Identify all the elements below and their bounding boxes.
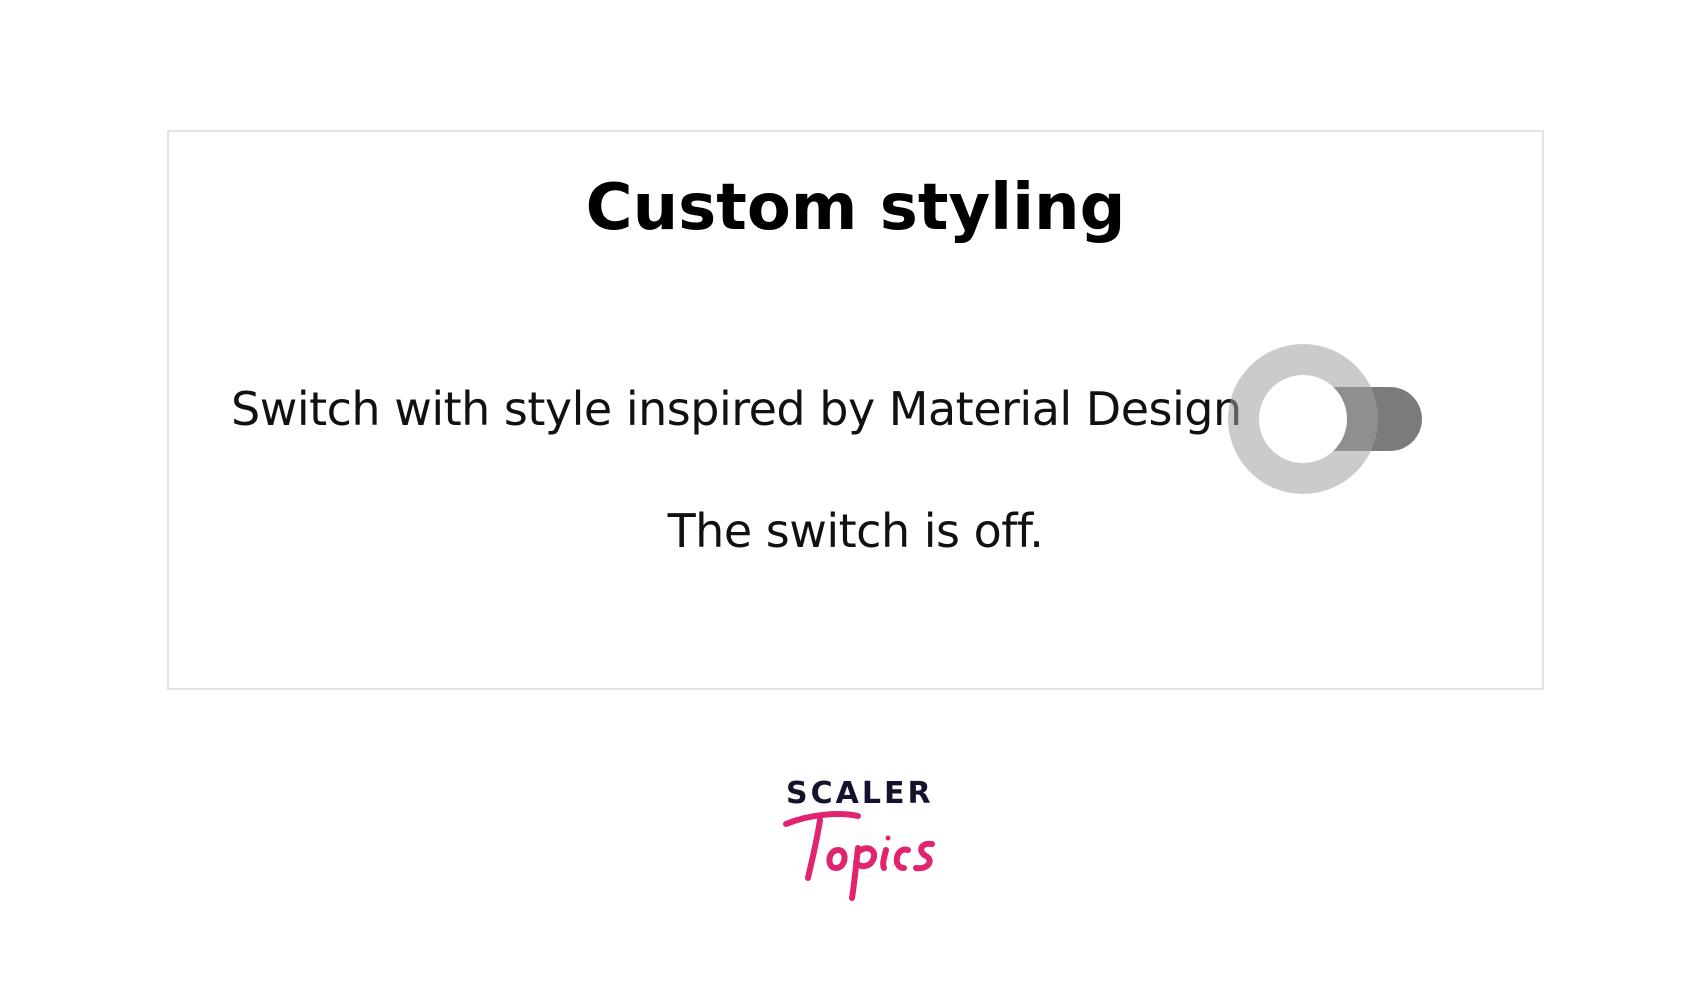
page: Custom styling Switch with style inspire… xyxy=(0,0,1706,995)
logo-topics-script xyxy=(783,811,935,901)
material-switch[interactable] xyxy=(1227,344,1422,494)
switch-thumb[interactable] xyxy=(1258,375,1347,463)
scaler-topics-logo: SCALER xyxy=(780,776,940,906)
demo-card: Custom styling Switch with style inspire… xyxy=(167,130,1544,690)
switch-label: Switch with style inspired by Material D… xyxy=(231,382,1242,436)
switch-status-text: The switch is off. xyxy=(667,504,1044,558)
card-title: Custom styling xyxy=(585,171,1126,245)
switch-row: Switch with style inspired by Material D… xyxy=(231,344,1422,494)
